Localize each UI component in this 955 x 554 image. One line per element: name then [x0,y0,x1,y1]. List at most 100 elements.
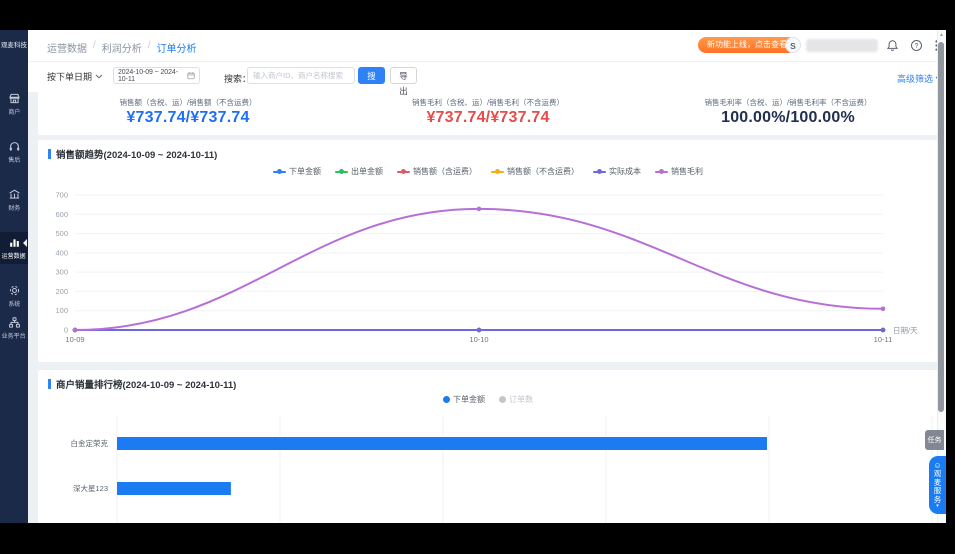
kpi-summary: 销售额（含税、运）/销售额（不含运费）¥737.74/¥737.74销售毛利（含… [38,92,938,135]
sales-trend-title: 销售额趋势(2024-10-09 ~ 2024-10-11) [48,147,217,161]
svg-text:200: 200 [55,287,68,296]
legend-item-1[interactable]: 出单金额 [335,166,383,177]
merchant-rank-card: 商户销量排行榜(2024-10-09 ~ 2024-10-11) 下单金额 订单数… [38,370,938,523]
sidebar-item-aftersale[interactable]: 售后 [0,136,28,168]
kpi-card: 销售额（含税、运）/销售额（不含运费）¥737.74/¥737.74 [38,92,338,135]
kpi-value: ¥737.74/¥737.74 [338,109,638,127]
sidebar-item-label: 系统 [8,299,20,308]
date-type-dropdown[interactable]: 按下单日期 [47,70,103,83]
breadcrumb-separator: / [93,40,96,55]
title-accent-bar [48,149,51,159]
sidebar-item-operations-data[interactable]: 运营数据 [0,232,28,264]
gear-icon [8,284,21,297]
sidebar-item-label: 商户 [8,107,20,116]
sidebar-item-system[interactable]: 系统 [0,280,28,312]
sales-trend-legend: 下单金额 出单金额 销售额（含运费） 销售额（不含运费） 实际成本 销售毛利 [38,166,938,177]
legend-item-0[interactable]: 下单金额 [273,166,321,177]
legend-item-5[interactable]: 销售毛利 [655,166,703,177]
date-type-label: 按下单日期 [47,70,92,83]
legend-marker [397,171,410,173]
merchant-rank-legend: 下单金额 订单数 [38,394,938,405]
merchant-rank-title: 商户销量排行榜(2024-10-09 ~ 2024-10-11) [48,377,236,391]
legend-item-0[interactable]: 下单金额 [443,394,485,405]
bar-chart-icon [8,236,21,249]
calendar-icon [187,71,195,80]
legend-item-4[interactable]: 实际成本 [593,166,641,177]
legend-marker [491,171,504,173]
top-bar: 运营数据 / 利润分析 / 订单分析 新功能上线，点击查看 S ? [28,30,946,62]
legend-marker [655,171,668,173]
svg-text:10-11: 10-11 [874,335,893,344]
svg-text:日期/天: 日期/天 [893,326,918,335]
chart-title-text: 销售额趋势(2024-10-09 ~ 2024-10-11) [56,147,217,161]
export-button[interactable]: 导出 [390,67,417,84]
sidebar-item-label: 财务 [8,203,20,212]
storefront-icon [8,92,21,105]
svg-text:500: 500 [55,229,68,238]
breadcrumb-item[interactable]: 利润分析 [102,40,142,55]
sidebar-item-finance[interactable]: 财务 [0,184,28,216]
sidebar: 观麦科技 商户售后财务运营数据系统业务平台 [0,30,28,523]
task-tab[interactable]: 任务 [925,430,944,450]
scrollbar-thumb[interactable] [938,42,944,412]
svg-text:600: 600 [55,210,68,219]
svg-text:700: 700 [55,191,68,200]
sidebar-item-label: 售后 [8,155,20,164]
advanced-filter-label: 高级筛选 [897,72,933,85]
legend-marker [593,171,606,173]
search-button[interactable]: 搜索 [358,67,385,84]
legend-marker [273,171,286,173]
legend-label: 销售额（不含运费） [507,166,579,177]
sidebar-item-merchant[interactable]: 商户 [0,88,28,120]
org-chart-icon [8,316,21,329]
title-accent-bar [48,379,51,389]
scrollbar-up-arrow[interactable]: ▴ [937,31,946,39]
breadcrumb: 运营数据 / 利润分析 / 订单分析 [47,40,197,55]
svg-text:0: 0 [64,326,68,335]
date-range-value: 2024-10-09 ~ 2024-10-11 [118,69,187,83]
chart-title-text: 商户销量排行榜(2024-10-09 ~ 2024-10-11) [56,377,236,391]
svg-text:白金定荣克: 白金定荣克 [71,438,109,448]
date-range-input[interactable]: 2024-10-09 ~ 2024-10-11 [113,67,200,84]
app-window: 观麦科技 商户售后财务运营数据系统业务平台 运营数据/利润分析/订单分析 新功能… [0,30,946,523]
chevron-down-icon: ▾ [936,504,939,509]
legend-item-3[interactable]: 销售额（不含运费） [491,166,579,177]
svg-text:10-09: 10-09 [65,335,84,344]
bank-icon [8,188,21,201]
filter-bar: 按下单日期 2024-10-09 ~ 2024-10-11 搜索： 搜索 导出 … [28,62,946,92]
kpi-label: 销售毛利（含税、运）/销售毛利（不含运费） [338,97,638,108]
help-icon[interactable]: ? [910,39,923,52]
kpi-value: ¥737.74/¥737.74 [38,109,338,127]
legend-label: 出单金额 [351,166,383,177]
sidebar-item-business-platform[interactable]: 业务平台 [0,312,28,344]
svg-text:深大星123: 深大星123 [73,483,108,493]
svg-text:100: 100 [55,306,68,315]
chevron-down-icon [95,74,103,79]
kpi-card: 销售毛利（含税、运）/销售毛利（不含运费）¥737.74/¥737.74 [338,92,638,135]
svg-text:10-10: 10-10 [469,335,488,344]
breadcrumb-separator: / [148,40,151,55]
promo-badge[interactable]: 新功能上线，点击查看 [698,37,796,53]
headset-icon [8,140,21,153]
svg-text:400: 400 [55,248,68,257]
app-logo: 观麦科技 [0,39,28,49]
legend-label: 订单数 [509,394,533,405]
customer-service-fab[interactable]: ☺ 观麦服务 ▾ [929,456,946,514]
notification-bell-icon[interactable] [886,39,899,52]
breadcrumb-item[interactable]: 订单分析 [157,40,197,55]
legend-item-1[interactable]: 订单数 [499,394,533,405]
kpi-card: 销售毛利率（含税、运）/销售毛利率（不含运费）100.00%/100.00% [638,92,938,135]
active-item-notch [23,239,27,247]
legend-label: 下单金额 [289,166,321,177]
service-fab-label: 观麦服务 [934,470,942,504]
search-input[interactable] [247,67,355,84]
legend-label: 销售额（含运费） [413,166,477,177]
kpi-value: 100.00%/100.00% [638,109,938,127]
breadcrumb-item[interactable]: 运营数据 [47,40,87,55]
svg-text:?: ? [915,43,919,50]
user-name-redacted[interactable] [806,39,878,52]
legend-marker [499,396,506,403]
legend-item-2[interactable]: 销售额（含运费） [397,166,477,177]
legend-marker [443,396,450,403]
avatar[interactable]: S [785,37,801,53]
